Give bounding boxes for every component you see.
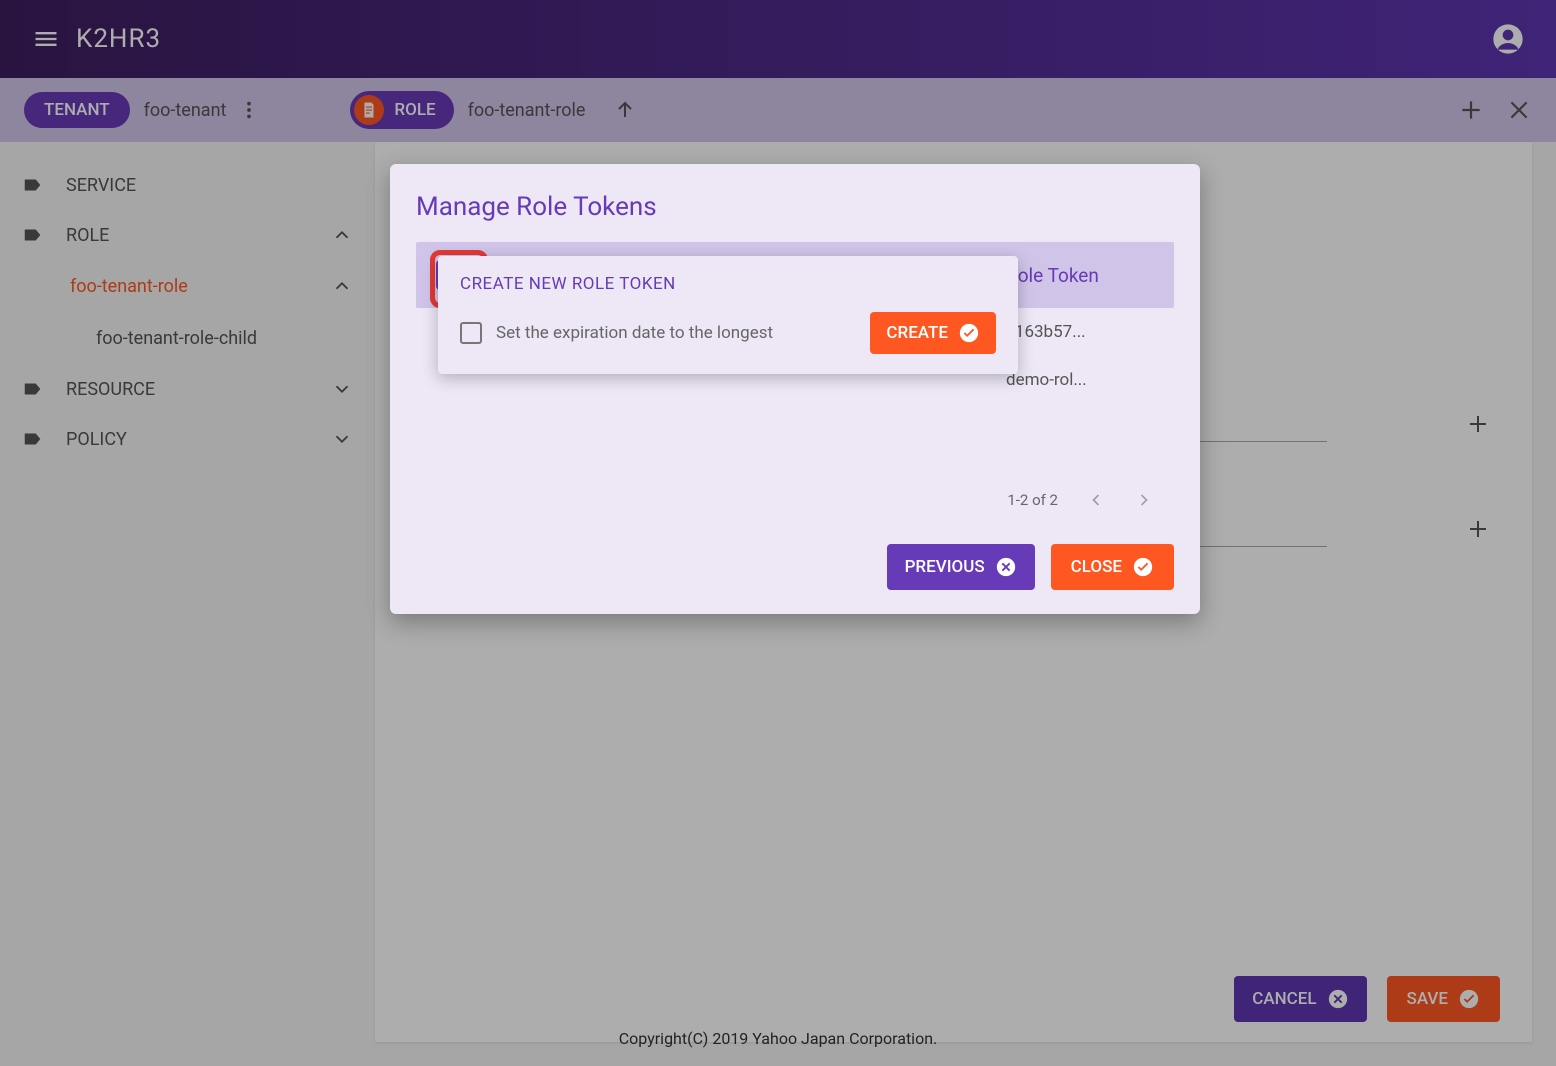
pagination: 1-2 of 2 bbox=[416, 474, 1174, 516]
dialog-title: Manage Role Tokens bbox=[416, 192, 1174, 222]
prev-page-icon[interactable] bbox=[1086, 490, 1106, 510]
token-cell: demo-rol... bbox=[1006, 370, 1087, 390]
close-button[interactable]: CLOSE bbox=[1051, 544, 1174, 590]
previous-button[interactable]: PREVIOUS bbox=[887, 544, 1035, 590]
popover-title: CREATE NEW ROLE TOKEN bbox=[460, 274, 996, 294]
pagination-text: 1-2 of 2 bbox=[1007, 491, 1058, 509]
create-button[interactable]: CREATE bbox=[870, 312, 996, 354]
close-label: CLOSE bbox=[1071, 557, 1122, 577]
create-token-popover: CREATE NEW ROLE TOKEN Set the expiration… bbox=[438, 256, 1018, 374]
next-page-icon[interactable] bbox=[1134, 490, 1154, 510]
checkbox-label: Set the expiration date to the longest bbox=[496, 323, 773, 343]
longest-expiration-checkbox[interactable] bbox=[460, 322, 482, 344]
manage-role-tokens-dialog: Manage Role Tokens Action Create Time Ex… bbox=[390, 164, 1200, 614]
previous-label: PREVIOUS bbox=[905, 557, 985, 577]
th-role-token: Role Token bbox=[1006, 264, 1154, 287]
create-label: CREATE bbox=[886, 323, 948, 343]
